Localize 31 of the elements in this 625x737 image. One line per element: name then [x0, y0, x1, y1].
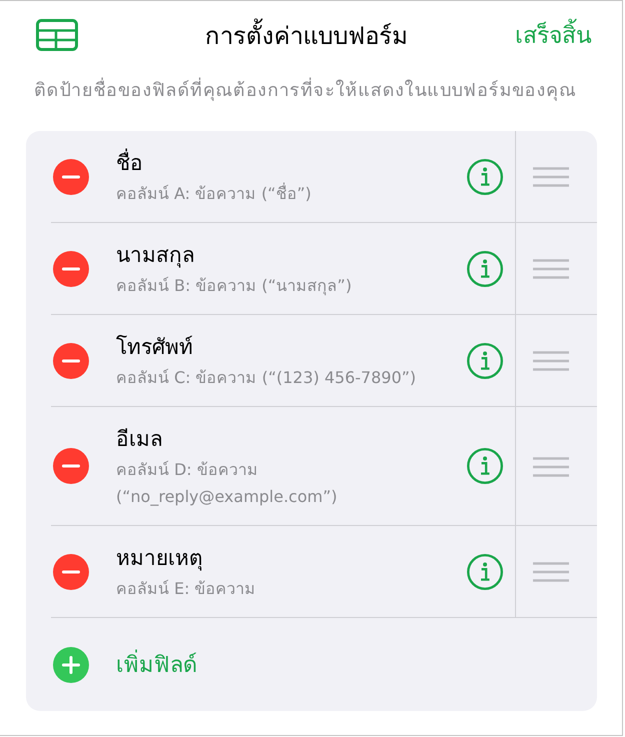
drag-handle-icon[interactable] — [533, 562, 569, 582]
drag-handle-icon[interactable] — [533, 259, 569, 279]
field-detail: คอลัมน์ B: ข้อความ (“นามสกุล”) — [116, 275, 353, 298]
plus-circle-icon[interactable] — [53, 646, 89, 682]
field-detail: คอลัมน์ E: ข้อความ — [116, 578, 257, 600]
drag-handle-icon[interactable] — [533, 456, 569, 476]
info-icon[interactable] — [467, 158, 503, 194]
minus-circle-icon[interactable] — [53, 158, 89, 194]
field-detail: คอลัมน์ C: ข้อความ (“(123) 456-7890”) — [116, 367, 418, 389]
dialog-title: การตั้งค่าแบบฟอร์ม — [78, 16, 515, 54]
instructions-text: ติดป้ายชื่อของฟิลด์ที่คุณต้องการที่จะให้แสดงในแบบฟอร์มของคุณ — [0, 69, 622, 131]
info-icon[interactable] — [467, 250, 503, 286]
field-detail: คอลัมน์ A: ข้อความ (“ชื่อ”) — [116, 182, 312, 205]
field-name: หมายเหตุ — [116, 545, 204, 573]
minus-circle-icon[interactable] — [53, 250, 89, 286]
table-icon[interactable] — [36, 19, 78, 51]
add-field-button[interactable]: เพิ่มฟิลด์ — [116, 647, 197, 682]
field-name: อีเมล — [116, 426, 164, 453]
info-icon[interactable] — [467, 554, 503, 590]
drag-handle-icon[interactable] — [533, 167, 569, 187]
field-name: นามสกุล — [116, 242, 196, 270]
minus-circle-icon[interactable] — [53, 554, 89, 590]
field-name: โทรศัพท์ — [116, 334, 194, 361]
minus-circle-icon[interactable] — [53, 342, 89, 378]
done-button[interactable]: เสร็จสิ้น — [515, 17, 592, 53]
field-name: ชื่อ — [116, 146, 467, 180]
info-icon[interactable] — [467, 342, 503, 378]
minus-circle-icon[interactable] — [53, 448, 89, 484]
field-detail: คอลัมน์ D: ข้อความ (“no_reply@example.com”) — [116, 459, 338, 508]
info-icon[interactable] — [467, 448, 503, 484]
drag-handle-icon[interactable] — [533, 351, 569, 371]
